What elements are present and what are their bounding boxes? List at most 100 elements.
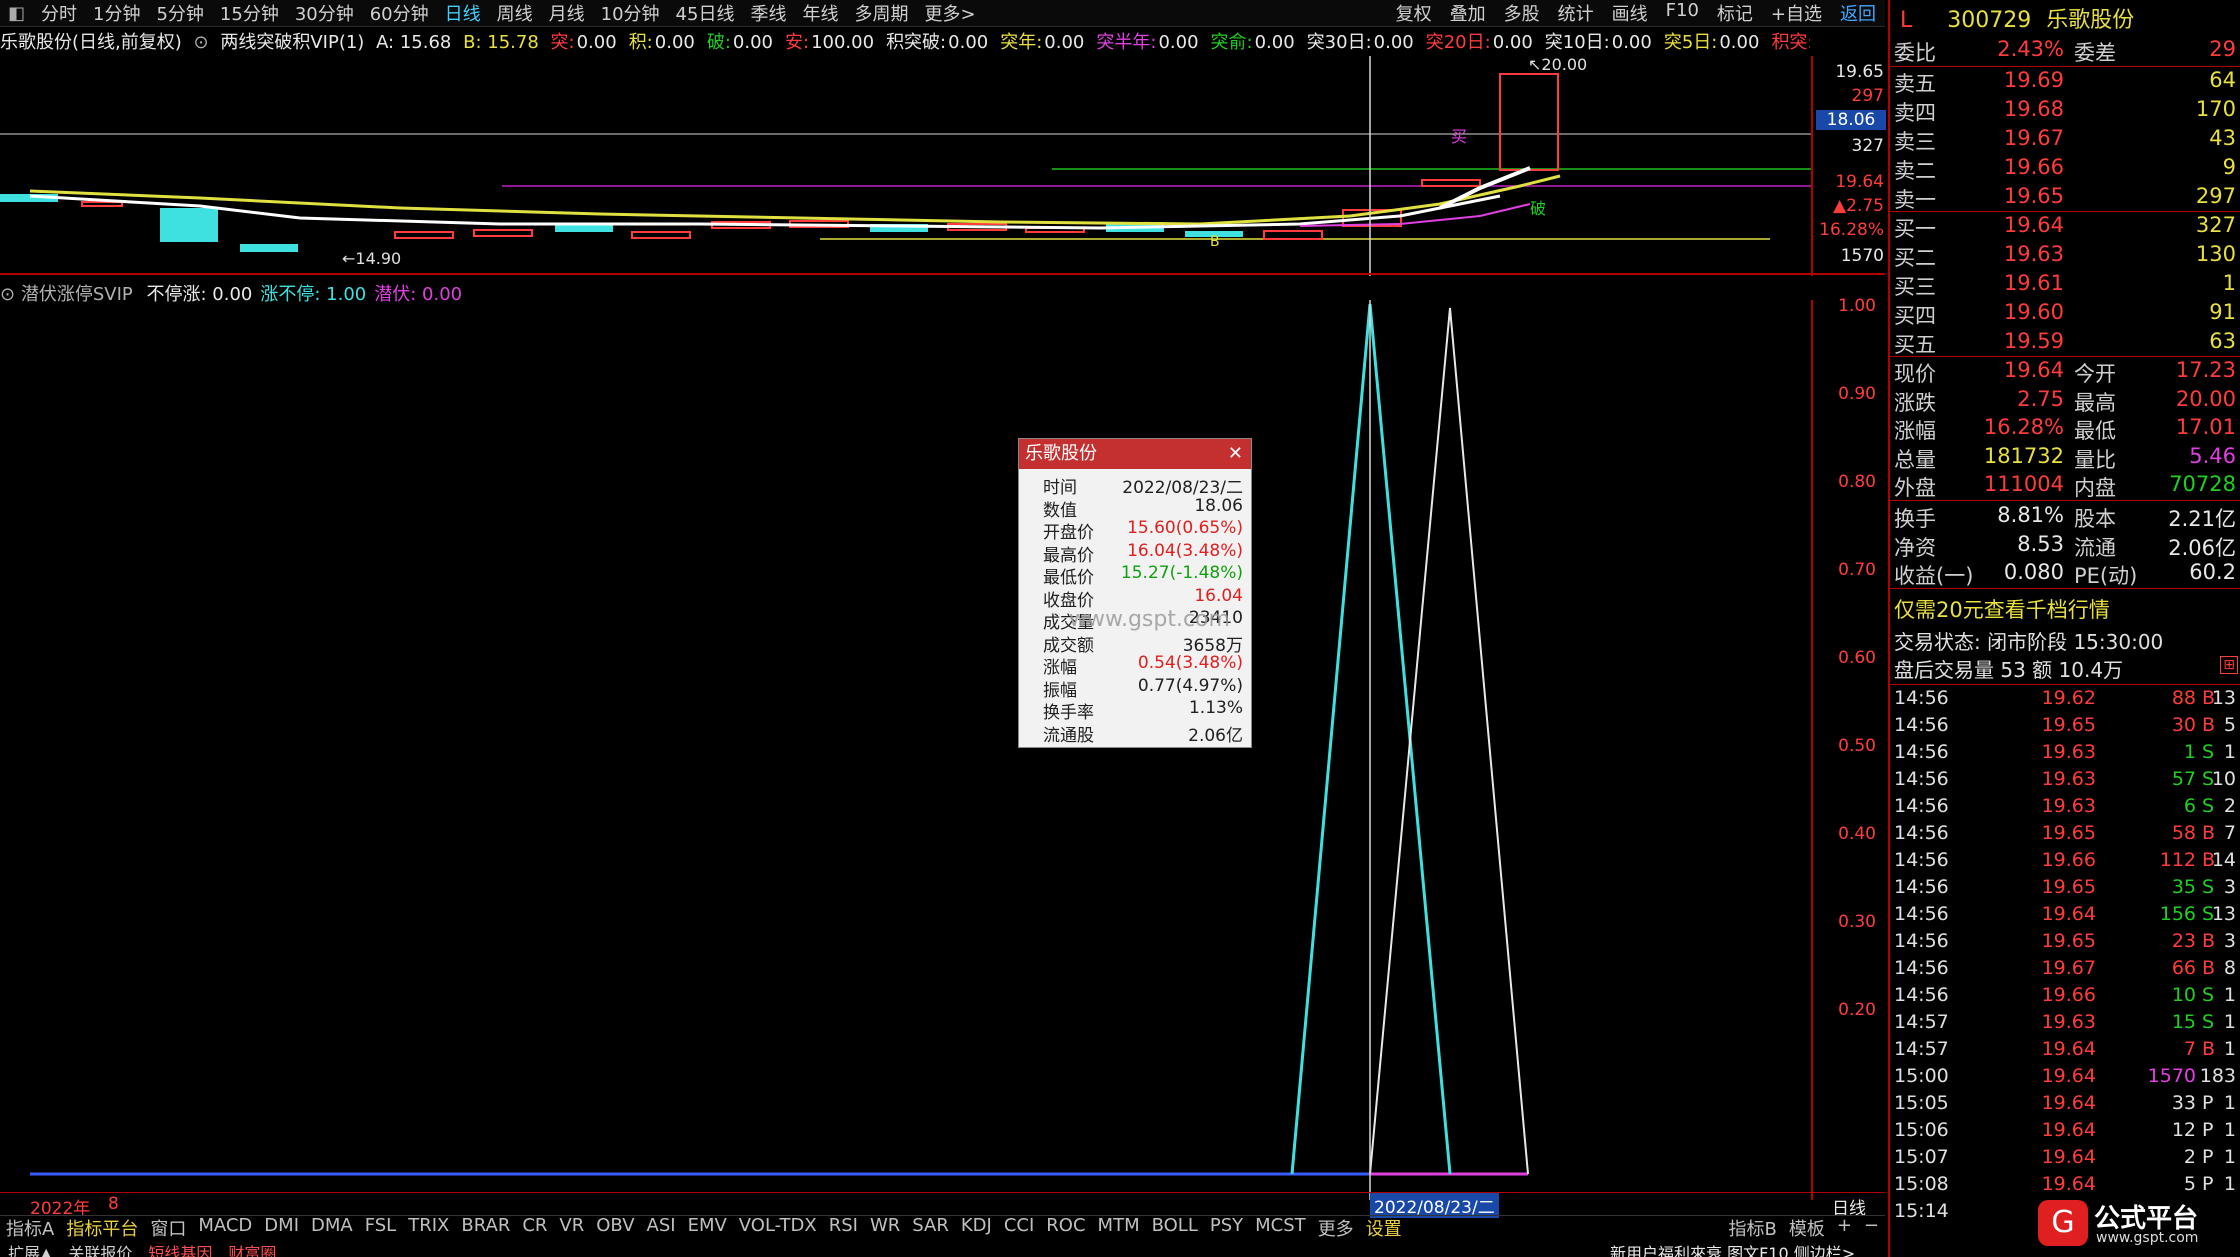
promo-link[interactable]: 仅需20元查看千档行情	[1894, 594, 2110, 624]
chart-title: 乐歌股份(日线,前复权)	[0, 32, 182, 53]
price-chart[interactable]: 买 破 B ↖20.00 ←14.90	[0, 56, 1885, 276]
period-tab[interactable]: 周线	[489, 0, 541, 26]
tick-time: 14:56	[1894, 903, 1949, 925]
indicator-tab[interactable]: RSI	[823, 1215, 864, 1241]
indicator-tab[interactable]: KDJ	[955, 1215, 998, 1241]
indicator-tab[interactable]: DMI	[258, 1215, 305, 1241]
level-volume: 91	[2209, 300, 2236, 324]
indicator-tab[interactable]: PSY	[1204, 1215, 1249, 1241]
indicator-tab[interactable]: WR	[864, 1215, 906, 1241]
period-tab[interactable]: 5分钟	[148, 0, 211, 26]
tick-count: 183	[2199, 1065, 2236, 1087]
tab-control[interactable]: 模板	[1783, 1215, 1831, 1241]
indicator-tab[interactable]: EMV	[682, 1215, 733, 1241]
indicator-tab[interactable]: VR	[553, 1215, 590, 1241]
tab-control[interactable]: 指标B	[1722, 1215, 1782, 1241]
footer-right-links[interactable]: 新用户福利來衰 图文F10 侧边栏>	[1610, 1240, 1855, 1257]
indicator-tabs: 指标A 指标平台 窗口 MACD DMI DMA FSL TRIX BRAR CR VR OBV ASI…	[0, 1215, 1408, 1241]
break-marker: 破	[1530, 199, 1546, 218]
low-price-label: ←14.90	[342, 249, 401, 268]
indicator-tab[interactable]: 更多	[1312, 1215, 1360, 1241]
close-icon[interactable]: ✕	[1228, 439, 1243, 469]
popup-row-value: 2022/08/23/二	[1122, 478, 1243, 498]
indicator-tab[interactable]: TRIX	[402, 1215, 455, 1241]
window-menu-icon[interactable]: ◧	[0, 3, 33, 24]
period-tab[interactable]: 60分钟	[362, 0, 437, 26]
indicator-tab[interactable]: SAR	[906, 1215, 955, 1241]
indicator-tab[interactable]: MCST	[1249, 1215, 1312, 1241]
tick-count: 7	[2223, 822, 2236, 844]
chart-tool-button[interactable]: 复权	[1387, 0, 1441, 26]
level-price: 19.61	[2003, 271, 2064, 295]
indicator-tab[interactable]: ASI	[641, 1215, 682, 1241]
indicator-tab[interactable]: BOLL	[1146, 1215, 1204, 1241]
period-tab[interactable]: 日线	[437, 0, 489, 26]
tick-count: 13	[2211, 903, 2236, 925]
period-tab[interactable]: 10分钟	[593, 0, 668, 26]
tick-time: 14:56	[1894, 930, 1949, 952]
indicator-tab[interactable]: VOL-TDX	[733, 1215, 823, 1241]
indicator-tab[interactable]: MTM	[1092, 1215, 1146, 1241]
indicator-value: 突10日: 0.00	[1545, 32, 1658, 53]
footer-link[interactable]: 短线基因	[148, 1244, 212, 1257]
chart-tool-button[interactable]: F10	[1657, 0, 1708, 26]
collapse-icon[interactable]: ⊙	[194, 32, 209, 53]
tick-price: 19.64	[2041, 1038, 2096, 1060]
chart-tool-button[interactable]: 多股	[1495, 0, 1549, 26]
tick-count: 13	[2211, 687, 2236, 709]
footer-link[interactable]: 财富圈	[228, 1244, 276, 1257]
popup-row-label: 数值	[1043, 500, 1077, 521]
period-tab[interactable]: 45日线	[668, 0, 743, 26]
indicator-tab[interactable]: 指标平台	[60, 1215, 144, 1241]
period-tab[interactable]: 15分钟	[212, 0, 287, 26]
indicator-tab[interactable]: ROC	[1040, 1215, 1091, 1241]
indicator-tab[interactable]: CCI	[998, 1215, 1040, 1241]
period-tab[interactable]: 月线	[541, 0, 593, 26]
stat-value: 16.28%	[1983, 415, 2064, 439]
lower-indicator-chart[interactable]	[0, 300, 1885, 1200]
footer-link[interactable]: 扩展▲	[8, 1244, 52, 1257]
indicator-tab[interactable]: 窗口	[144, 1215, 192, 1241]
tick-volume: 30	[2171, 714, 2196, 736]
tick-time: 14:56	[1894, 714, 1949, 736]
chart-tool-button[interactable]: 画线	[1603, 0, 1657, 26]
popup-row-value: 0.54(3.48%)	[1137, 653, 1243, 673]
period-tab[interactable]: 分时	[33, 0, 85, 26]
chart-tool-button[interactable]: +自选	[1762, 0, 1831, 26]
candle	[394, 231, 454, 239]
popup-row-value: 2.06亿	[1188, 725, 1243, 746]
chart-tool-button[interactable]: 返回	[1831, 0, 1885, 26]
footer-link[interactable]: 关联报价	[68, 1244, 132, 1257]
period-tab[interactable]: 1分钟	[85, 0, 148, 26]
indicator-tab[interactable]: BRAR	[455, 1215, 516, 1241]
indicator-value-label: 突年:	[1000, 32, 1043, 53]
period-tab[interactable]: 更多>	[916, 0, 983, 26]
indicator-tab[interactable]: 设置	[1360, 1215, 1408, 1241]
indicator-tab[interactable]: DMA	[305, 1215, 359, 1241]
chart-tool-button[interactable]: 叠加	[1441, 0, 1495, 26]
period-tab[interactable]: 年线	[794, 0, 846, 26]
indicator-value: 突半年: 0.00	[1096, 32, 1204, 53]
chart-tool-button[interactable]: 统计	[1549, 0, 1603, 26]
indicator-tab[interactable]: OBV	[590, 1215, 640, 1241]
indicator-value-label: 突5日:	[1663, 32, 1718, 53]
stat-label: 净资	[1894, 535, 1936, 560]
chart-tool-button[interactable]: 标记	[1708, 0, 1762, 26]
stat-row: 总量 181732 量比 5.46	[1894, 444, 2238, 472]
tab-control[interactable]: −	[1858, 1215, 1885, 1241]
period-tab[interactable]: 多周期	[846, 0, 916, 26]
period-tab[interactable]: 季线	[742, 0, 794, 26]
tick-time: 15:14	[1894, 1200, 1949, 1222]
indicator-tab[interactable]: MACD	[192, 1215, 258, 1241]
tick-price: 19.62	[2041, 687, 2096, 709]
indicator-tab[interactable]: 指标A	[0, 1215, 60, 1241]
level-label: 卖五	[1894, 72, 1936, 96]
stat-value: 20.00	[2175, 386, 2236, 411]
indicator-name[interactable]: 两线突破积VIP(1)	[220, 32, 364, 53]
indicator-tab[interactable]: CR	[516, 1215, 553, 1241]
tab-control[interactable]: +	[1831, 1215, 1858, 1241]
detail-icon[interactable]: ⊞	[2220, 656, 2238, 674]
period-tab[interactable]: 30分钟	[287, 0, 362, 26]
indicator-tab[interactable]: FSL	[359, 1215, 403, 1241]
popup-header: 乐歌股份 ✕	[1019, 439, 1251, 469]
